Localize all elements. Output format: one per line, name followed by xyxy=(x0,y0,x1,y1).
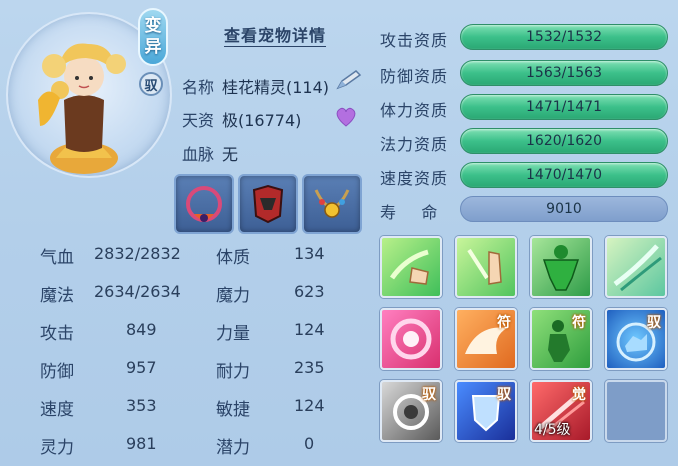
ride-tag: 驭 xyxy=(422,387,436,403)
agility-value: 124 xyxy=(294,396,325,415)
potential-value: 0 xyxy=(304,434,315,453)
ride-tag: 驭 xyxy=(497,387,511,403)
skill-slot-11[interactable]: 觉 4/5级 xyxy=(530,380,592,442)
skill-level-text: 4/5级 xyxy=(534,422,571,438)
rune-tag: 符 xyxy=(572,315,586,331)
skill-slot-4[interactable] xyxy=(605,236,667,298)
necklace-icon xyxy=(314,189,350,218)
skill-slot-7[interactable]: 符 xyxy=(530,308,592,370)
armor-icon xyxy=(252,184,284,224)
skill-slot-2[interactable] xyxy=(455,236,517,298)
attack-aptitude-label: 攻击资质 xyxy=(380,31,449,50)
hp-label: 气血 xyxy=(40,248,74,268)
rune-tag: 符 xyxy=(497,315,511,331)
agility-label: 敏捷 xyxy=(216,400,250,420)
ride-badge: 驭 xyxy=(139,72,163,96)
name-value: 桂花精灵(114) xyxy=(222,78,330,97)
stamina-aptitude-label: 体力资质 xyxy=(380,101,449,120)
speed-value: 353 xyxy=(126,396,157,415)
aptitude-grade-value: 极(16774) xyxy=(222,111,302,130)
constitution-label: 体质 xyxy=(216,248,250,268)
skill-slot-6[interactable]: 符 xyxy=(455,308,517,370)
potential-label: 潜力 xyxy=(216,438,250,458)
skill-slot-10[interactable]: 驭 xyxy=(455,380,517,442)
defense-aptitude-label: 防御资质 xyxy=(380,67,449,86)
pink-swirl-icon xyxy=(390,318,432,360)
stamina-aptitude-bar: 1471/1471 xyxy=(460,94,668,120)
pet-portrait-image xyxy=(38,43,126,174)
defense-label: 防御 xyxy=(40,362,74,382)
skill-slot-empty[interactable] xyxy=(605,380,667,442)
constitution-value: 134 xyxy=(294,244,325,263)
hp-value: 2832/2832 xyxy=(94,244,181,263)
aptitude-grade-label: 天资 xyxy=(182,111,215,130)
variant-badge-char-2: 异 xyxy=(144,37,162,57)
bloodline-label: 血脉 xyxy=(182,145,215,164)
mp-value: 2634/2634 xyxy=(94,282,181,301)
heart-icon[interactable] xyxy=(334,106,358,128)
equip-slot-armor[interactable] xyxy=(238,174,298,234)
spirit-value: 981 xyxy=(126,434,157,453)
skill-slot-1[interactable] xyxy=(380,236,442,298)
magic-aptitude-label: 法力资质 xyxy=(380,135,449,154)
ride-tag: 驭 xyxy=(647,315,661,331)
skill-slot-5[interactable] xyxy=(380,308,442,370)
strength-value: 124 xyxy=(294,320,325,339)
skill-slot-9[interactable]: 驭 xyxy=(380,380,442,442)
lifespan-bar: 9010 xyxy=(460,196,668,222)
speed-aptitude-bar: 1470/1470 xyxy=(460,162,668,188)
variant-badge-char-1: 变 xyxy=(144,16,162,36)
view-pet-details-link[interactable]: 查看宠物详情 xyxy=(224,22,326,46)
defense-aptitude-bar: 1563/1563 xyxy=(460,60,668,86)
magic-power-label: 魔力 xyxy=(216,286,250,306)
endurance-value: 235 xyxy=(294,358,325,377)
attack-label: 攻击 xyxy=(40,324,74,344)
skill-slot-3[interactable] xyxy=(530,236,592,298)
equip-slot-necklace[interactable] xyxy=(302,174,362,234)
palm-icon xyxy=(467,248,502,285)
mp-label: 魔法 xyxy=(40,286,74,306)
rename-pen-icon[interactable] xyxy=(334,68,364,92)
magic-power-value: 623 xyxy=(294,282,325,301)
spirit-label: 灵力 xyxy=(40,438,74,458)
endurance-label: 耐力 xyxy=(216,362,250,382)
attack-value: 849 xyxy=(126,320,157,339)
defense-value: 957 xyxy=(126,358,157,377)
awaken-tag: 觉 xyxy=(572,387,586,403)
equip-slot-collar[interactable] xyxy=(174,174,234,234)
collar-icon xyxy=(186,186,222,222)
speed-label: 速度 xyxy=(40,400,74,420)
variant-badge: 变 异 xyxy=(138,8,168,66)
hand-gesture-icon xyxy=(389,249,429,285)
speed-aptitude-label: 速度资质 xyxy=(380,169,449,188)
bloodline-value: 无 xyxy=(222,145,239,164)
muscle-icon xyxy=(542,245,580,291)
wind-swirl-icon xyxy=(613,244,662,292)
skill-slot-8[interactable]: 驭 xyxy=(605,308,667,370)
lifespan-label: 寿 命 xyxy=(380,203,439,222)
strength-label: 力量 xyxy=(216,324,250,344)
attack-aptitude-bar: 1532/1532 xyxy=(460,24,668,50)
magic-aptitude-bar: 1620/1620 xyxy=(460,128,668,154)
name-label: 名称 xyxy=(182,78,215,97)
